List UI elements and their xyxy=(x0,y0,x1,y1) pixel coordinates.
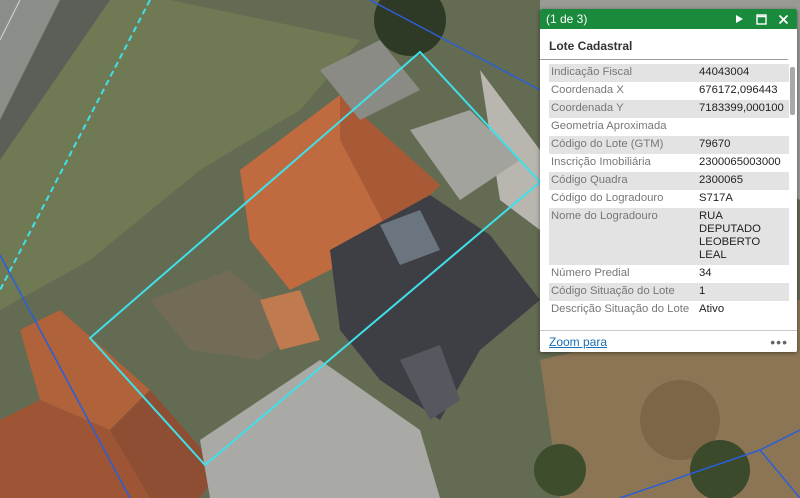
table-row: Nome do Logradouro RUA DEPUTADO LEOBERTO … xyxy=(549,208,789,265)
table-row: Código Quadra 2300065 xyxy=(549,172,789,190)
attr-value: 676172,096443 xyxy=(699,84,778,96)
attr-value: 79670 xyxy=(697,136,789,154)
table-row: Indicação Fiscal 44043004 xyxy=(549,64,789,82)
table-row: Coordenada X 676172,096443 xyxy=(549,82,789,100)
popup-title: Lote Cadastral xyxy=(540,29,788,60)
attr-value: RUA DEPUTADO LEOBERTO LEAL xyxy=(697,208,789,265)
attr-key: Coordenada Y xyxy=(549,100,697,118)
attr-key: Número Predial xyxy=(551,267,630,279)
feature-popup: (1 de 3) Lote Cadastral Indicação Fiscal… xyxy=(540,9,797,352)
attr-value: 34 xyxy=(699,267,712,279)
popup-header: (1 de 3) xyxy=(540,9,797,29)
tree-bottom xyxy=(534,444,586,496)
attr-value: 1 xyxy=(697,283,789,301)
attr-key: Inscrição Imobiliária xyxy=(551,156,651,168)
table-row: Inscrição Imobiliária 2300065003000 xyxy=(549,154,789,172)
table-row: Número Predial 34 xyxy=(549,265,789,283)
popup-footer: Zoom para ••• xyxy=(540,330,797,352)
attr-key: Indicação Fiscal xyxy=(549,64,697,82)
attr-value: 2300065003000 xyxy=(699,156,781,168)
attr-key: Geometria Aproximada xyxy=(551,120,667,132)
attr-key: Código do Lote (GTM) xyxy=(549,136,697,154)
feature-counter: (1 de 3) xyxy=(546,12,588,26)
table-row: Código do Logradouro S717A xyxy=(549,190,789,208)
zoom-to-link[interactable]: Zoom para xyxy=(549,335,770,349)
play-icon xyxy=(736,15,743,23)
attr-value: 2300065 xyxy=(697,172,789,190)
attribute-list[interactable]: Indicação Fiscal 44043004 Coordenada X 676… xyxy=(540,64,797,330)
close-icon xyxy=(778,14,788,24)
attr-value: 7183399,000100 xyxy=(697,100,789,118)
attr-value: 44043004 xyxy=(697,64,789,82)
ellipsis-icon[interactable]: ••• xyxy=(770,334,788,350)
attr-value: S717A xyxy=(699,192,733,204)
table-row: Código Situação do Lote 1 xyxy=(549,283,789,301)
table-row: Descrição Situação do Lote Ativo xyxy=(549,301,789,319)
scrollbar-thumb[interactable] xyxy=(790,67,795,115)
maximize-button[interactable] xyxy=(753,11,769,27)
attr-key: Código Situação do Lote xyxy=(549,283,697,301)
table-row: Coordenada Y 7183399,000100 xyxy=(549,100,789,118)
attribute-table: Indicação Fiscal 44043004 Coordenada X 676… xyxy=(549,64,789,319)
attr-key: Descrição Situação do Lote xyxy=(551,303,690,315)
close-button[interactable] xyxy=(775,11,791,27)
popup-scrollbar[interactable] xyxy=(790,64,796,330)
table-row: Geometria Aproximada xyxy=(549,118,789,136)
table-row: Código do Lote (GTM) 79670 xyxy=(549,136,789,154)
attr-key: Nome do Logradouro xyxy=(549,208,697,265)
attr-key: Código do Logradouro xyxy=(551,192,664,204)
maximize-icon xyxy=(755,13,767,25)
attr-key: Código Quadra xyxy=(549,172,697,190)
attr-value: Ativo xyxy=(699,303,725,315)
tree-bottom-right xyxy=(690,440,750,498)
attr-value xyxy=(697,118,789,136)
attr-key: Coordenada X xyxy=(551,84,624,96)
next-feature-button[interactable] xyxy=(731,11,747,27)
